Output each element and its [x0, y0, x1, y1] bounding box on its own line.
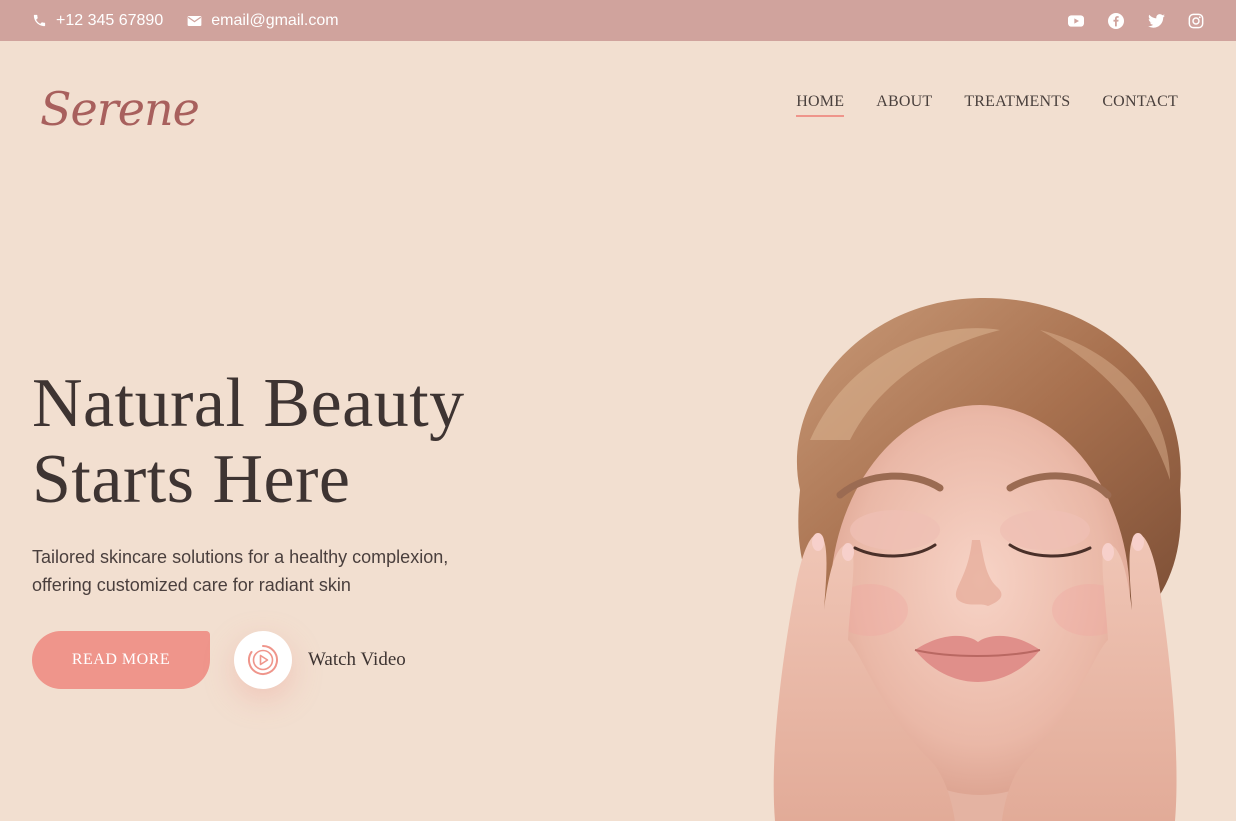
- nav-item-home[interactable]: HOME: [796, 93, 845, 117]
- nav-item-about[interactable]: ABOUT: [876, 93, 932, 117]
- phone-number: +12 345 67890: [56, 11, 164, 29]
- nav-item-treatments[interactable]: TREATMENTS: [964, 93, 1070, 117]
- nav-item-contact[interactable]: CONTACT: [1102, 93, 1178, 117]
- hero-model-image: [740, 290, 1210, 821]
- hero-subtitle-line-1: Tailored skincare solutions for a health…: [32, 547, 449, 567]
- facebook-icon[interactable]: [1107, 12, 1125, 30]
- hero-subtitle-line-2: offering customized care for radiant ski…: [32, 575, 351, 595]
- phone-link[interactable]: +12 345 67890: [32, 12, 163, 30]
- watch-video-label: Watch Video: [308, 649, 406, 670]
- email-address: email@gmail.com: [211, 11, 339, 29]
- social-links: [1067, 12, 1205, 30]
- contact-info: +12 345 67890 email@gmail.com: [32, 12, 339, 30]
- main-nav: HOME ABOUT TREATMENTS CONTACT: [796, 93, 1178, 117]
- youtube-icon[interactable]: [1067, 12, 1085, 30]
- play-icon: [248, 645, 278, 675]
- mail-icon: [187, 15, 202, 26]
- email-link[interactable]: email@gmail.com: [187, 11, 339, 30]
- watch-video-button[interactable]: Watch Video: [234, 631, 406, 689]
- hero-subtitle: Tailored skincare solutions for a health…: [32, 543, 532, 599]
- instagram-icon[interactable]: [1187, 12, 1205, 30]
- top-bar: +12 345 67890 email@gmail.com: [0, 0, 1236, 41]
- phone-icon: [33, 14, 46, 27]
- hero-title: Natural Beauty Starts Here: [32, 366, 465, 518]
- logo[interactable]: Serene: [40, 82, 200, 136]
- read-more-button[interactable]: READ MORE: [32, 631, 210, 689]
- hero-title-line-1: Natural Beauty: [32, 365, 465, 442]
- hero-title-line-2: Starts Here: [32, 441, 351, 518]
- twitter-icon[interactable]: [1147, 12, 1165, 30]
- play-button[interactable]: [234, 631, 292, 689]
